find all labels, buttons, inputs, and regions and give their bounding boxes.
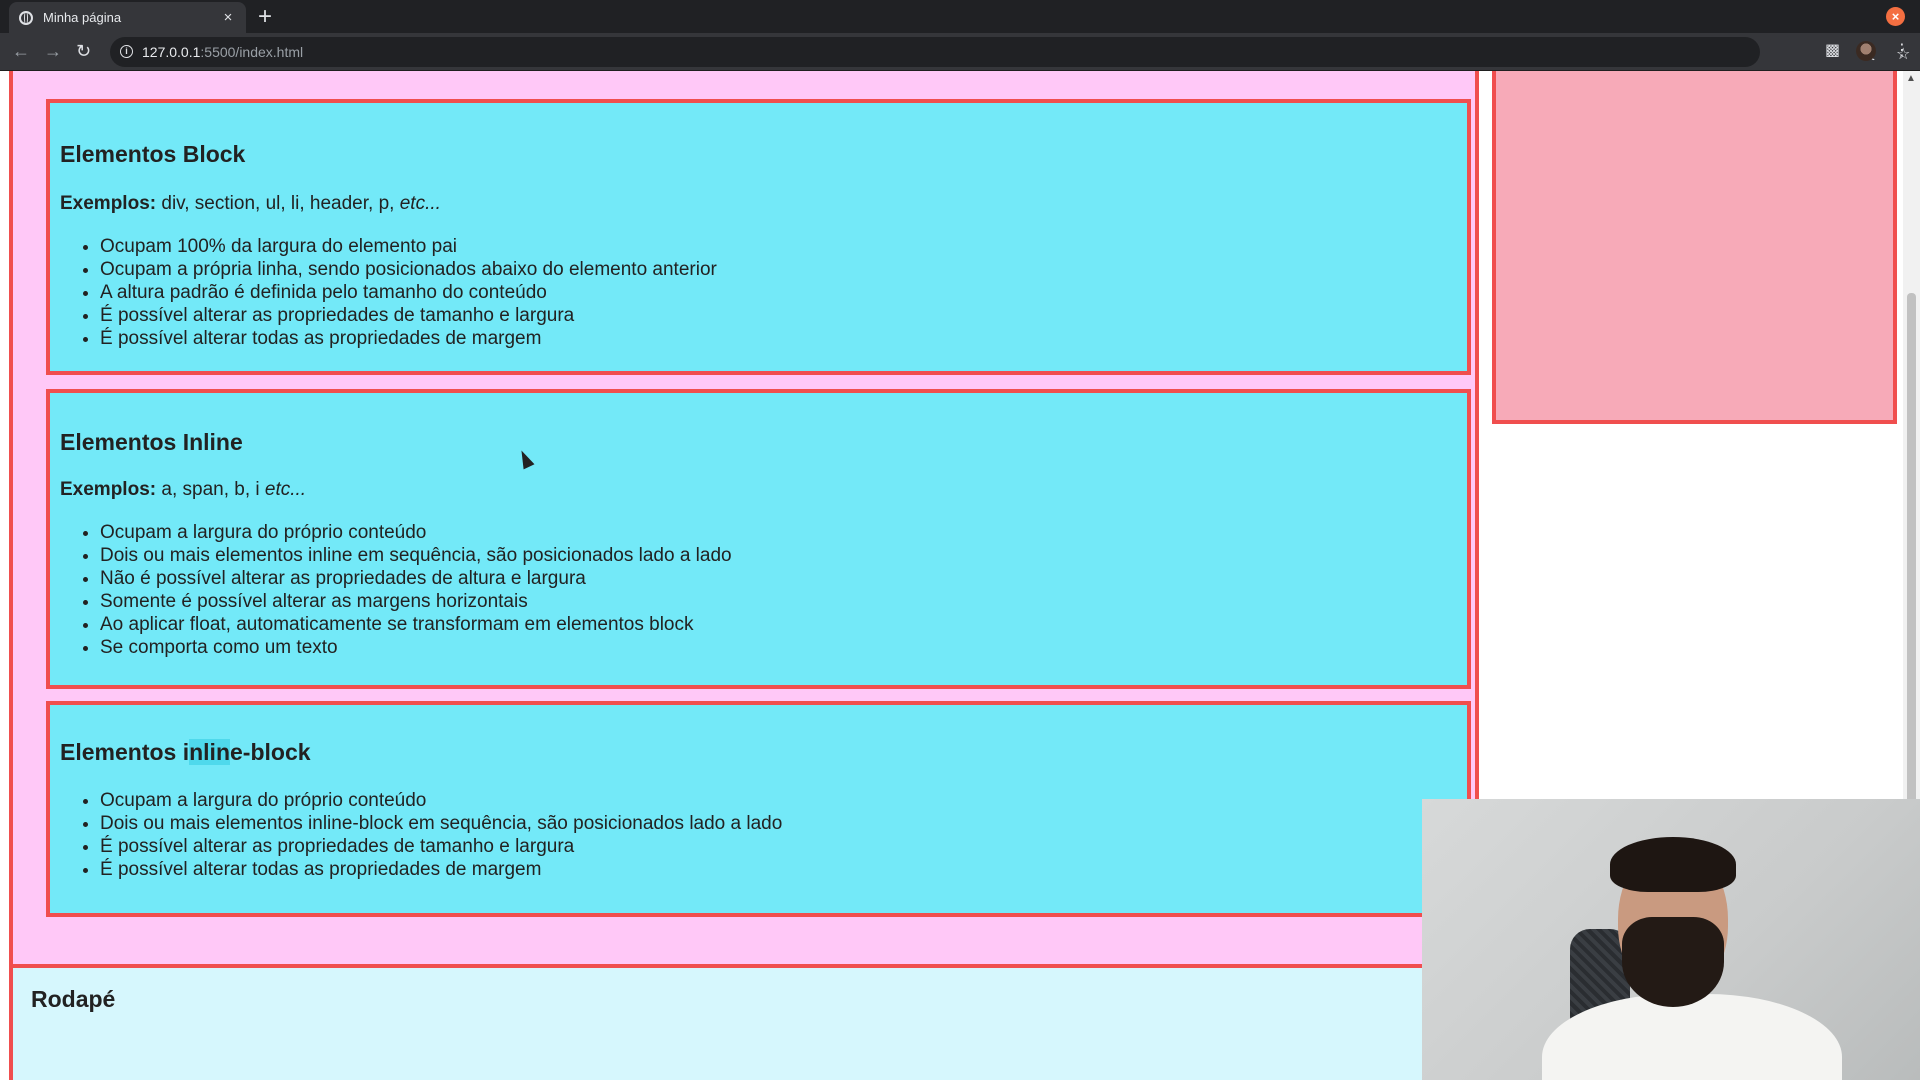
section-inline-block-elements: Elementos inline-block Ocupam a largura …: [46, 701, 1471, 917]
examples-etc: etc...: [264, 479, 307, 500]
puzzle-icon[interactable]: ▩: [1825, 41, 1840, 61]
tab-title: Minha página: [43, 10, 122, 25]
section-title: Elementos Inline: [60, 429, 243, 455]
tab-active[interactable]: Minha página ×: [9, 2, 246, 33]
footer-title: Rodapé: [31, 986, 116, 1012]
examples-etc: etc...: [399, 193, 441, 214]
list-item: É possível alterar as propriedades de ta…: [100, 835, 782, 858]
list-item: Se comporta como um texto: [100, 636, 732, 659]
examples-line: Exemplos: a, span, b, i etc...: [60, 479, 306, 501]
examples-line: Exemplos: div, section, ul, li, header, …: [60, 193, 441, 215]
list-item: Ocupam 100% da largura do elemento pai: [100, 235, 717, 258]
feature-list: Ocupam 100% da largura do elemento pai O…: [60, 235, 717, 350]
title-part: Elementos i: [60, 739, 190, 765]
feature-list: Ocupam a largura do próprio conteúdo Doi…: [60, 521, 732, 659]
forward-arrow-icon[interactable]: →: [44, 40, 62, 62]
list-item: Dois ou mais elementos inline em sequênc…: [100, 544, 732, 567]
examples-text: a, span, b, i: [156, 479, 265, 500]
address-bar[interactable]: i 127.0.0.1:5500/index.html 文 ☆: [110, 37, 1910, 67]
examples-label: Exemplos:: [60, 193, 157, 214]
list-item: Ocupam a própria linha, sendo posicionad…: [100, 258, 717, 281]
section-block-elements: Elementos Block Exemplos: div, section, …: [46, 99, 1471, 375]
list-item: É possível alterar todas as propriedades…: [100, 327, 717, 350]
list-item: Não é possível alterar as propriedades d…: [100, 567, 732, 590]
list-item: A altura padrão é definida pelo tamanho …: [100, 281, 717, 304]
reload-icon[interactable]: ↻: [76, 40, 91, 62]
profile-avatar[interactable]: [1856, 41, 1876, 61]
list-item: É possível alterar todas as propriedades…: [100, 858, 782, 881]
globe-icon: [19, 10, 33, 25]
tab-strip: Minha página × + ×: [0, 0, 1920, 33]
list-item: Ao aplicar float, automaticamente se tra…: [100, 613, 732, 636]
new-tab-button[interactable]: +: [258, 3, 272, 31]
section-title: Elementos Block: [60, 141, 246, 167]
list-item: Somente é possível alterar as margens ho…: [100, 590, 732, 613]
url-path: :5500/index.html: [200, 44, 304, 60]
feature-list: Ocupam a largura do próprio conteúdo Doi…: [60, 789, 782, 881]
list-item: É possível alterar as propriedades de ta…: [100, 304, 717, 327]
webcam-person-hair: [1610, 837, 1736, 892]
scroll-up-arrow-icon[interactable]: ▲: [1906, 73, 1916, 84]
kebab-menu-icon[interactable]: ⋮: [1894, 41, 1910, 61]
examples-label: Exemplos:: [60, 479, 157, 500]
list-item: Dois ou mais elementos inline-block em s…: [100, 812, 782, 835]
browser-toolbar: ← → ↻ i 127.0.0.1:5500/index.html 文 ☆ ▩ …: [0, 33, 1920, 71]
site-info-icon[interactable]: i: [120, 45, 133, 58]
url-host: 127.0.0.1: [142, 44, 201, 60]
section-inline-elements: Elementos Inline Exemplos: a, span, b, i…: [46, 389, 1471, 689]
examples-text: div, section, ul, li, header, p,: [156, 193, 400, 214]
back-arrow-icon[interactable]: ←: [12, 40, 30, 62]
main-content-area: Elementos Block Exemplos: div, section, …: [9, 71, 1479, 1021]
url-text[interactable]: 127.0.0.1:5500/index.html: [142, 44, 303, 60]
list-item: Ocupam a largura do próprio conteúdo: [100, 521, 732, 544]
tab-close-icon[interactable]: ×: [220, 9, 236, 26]
sidebar-box: [1492, 71, 1897, 424]
section-title: Elementos inline-block: [60, 739, 311, 766]
webcam-overlay: [1422, 799, 1920, 1080]
list-item: Ocupam a largura do próprio conteúdo: [100, 789, 782, 812]
title-part: e-block: [230, 739, 311, 765]
webcam-person-beard: [1622, 917, 1724, 1007]
footer: Rodapé: [9, 964, 1479, 1080]
title-highlight: nlin: [189, 739, 230, 765]
window-close-button[interactable]: ×: [1886, 7, 1905, 26]
